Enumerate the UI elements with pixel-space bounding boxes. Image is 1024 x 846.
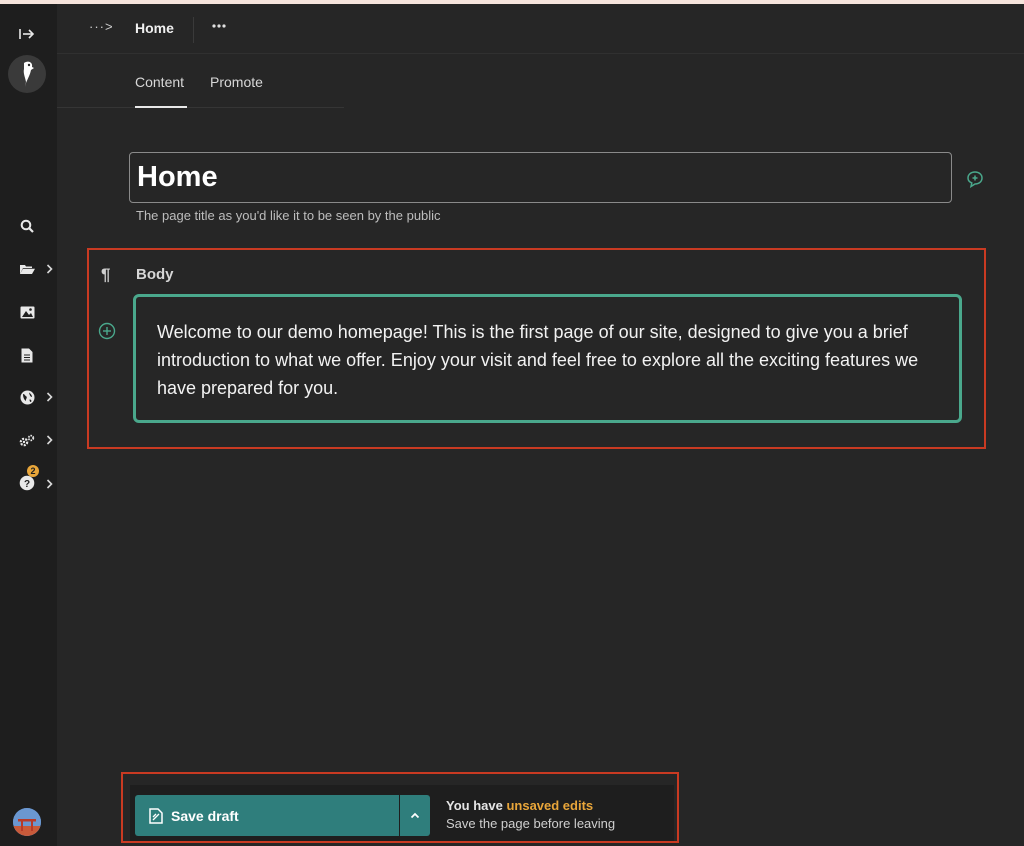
title-help-text: The page title as you'd like it to be se…: [136, 208, 441, 223]
chevron-up-icon: [410, 812, 420, 819]
body-paragraph: Welcome to our demo homepage! This is th…: [157, 322, 919, 398]
unsaved-edits-highlight: unsaved edits: [506, 798, 594, 813]
folder-icon[interactable]: [17, 259, 37, 279]
image-icon[interactable]: [17, 302, 37, 322]
unsaved-status-prefix: You have: [446, 798, 507, 813]
top-header: ···> Home: [57, 4, 1024, 54]
more-actions-icon[interactable]: [209, 16, 229, 36]
chevron-right-icon[interactable]: [44, 433, 54, 447]
search-icon[interactable]: [17, 216, 37, 236]
settings-icon[interactable]: [17, 430, 37, 450]
user-avatar[interactable]: [13, 808, 41, 836]
paragraph-icon: ¶: [101, 265, 111, 284]
help-badge: 2: [27, 465, 39, 477]
unsaved-status-subtext: Save the page before leaving: [446, 816, 616, 831]
draft-document-icon: [149, 807, 163, 824]
chevron-right-icon[interactable]: [44, 390, 54, 404]
tab-promote[interactable]: Promote: [210, 74, 263, 90]
chevron-right-icon[interactable]: [44, 262, 54, 276]
add-block-icon[interactable]: [98, 322, 116, 340]
globe-icon[interactable]: [17, 387, 37, 407]
editor-tabs: Content Promote: [57, 54, 344, 108]
chevron-right-icon[interactable]: [44, 477, 54, 491]
breadcrumb-current-page[interactable]: Home: [135, 20, 174, 36]
save-draft-button[interactable]: Save draft: [135, 795, 399, 836]
tab-content[interactable]: Content: [135, 74, 184, 90]
wagtail-logo[interactable]: [8, 55, 46, 93]
collapse-sidebar-icon[interactable]: [17, 24, 37, 44]
header-divider: [193, 17, 194, 43]
breadcrumb-toggle[interactable]: ···>: [89, 19, 114, 34]
body-rich-text-editor[interactable]: Welcome to our demo homepage! This is th…: [133, 294, 962, 423]
sidebar: ? 2: [0, 4, 57, 846]
document-icon[interactable]: [17, 345, 37, 365]
unsaved-status: You have unsaved edits: [446, 798, 593, 813]
svg-text:?: ?: [24, 479, 30, 490]
save-draft-label: Save draft: [171, 807, 239, 824]
title-field[interactable]: Home: [129, 152, 952, 203]
active-tab-indicator: [135, 106, 187, 108]
more-save-actions-button[interactable]: [400, 795, 430, 836]
add-comment-icon[interactable]: [966, 170, 984, 189]
body-field-label: Body: [136, 266, 174, 283]
title-value: Home: [137, 161, 218, 193]
